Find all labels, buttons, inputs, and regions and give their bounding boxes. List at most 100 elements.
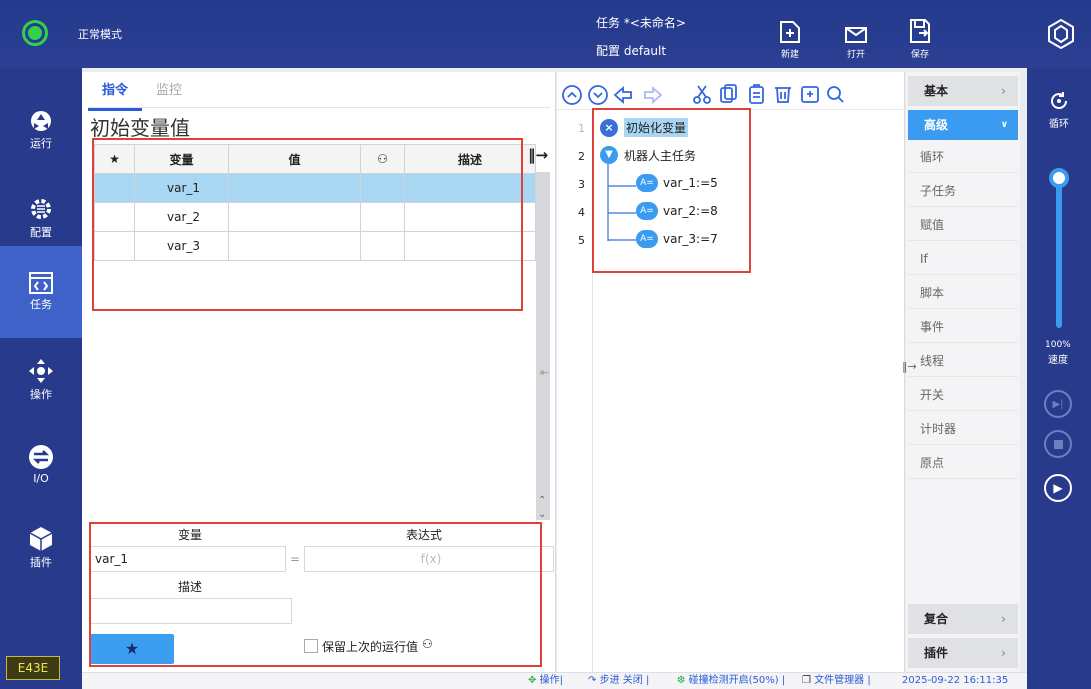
collision-icon: ❆ — [677, 675, 686, 686]
status-step[interactable]: 步进 关闭 — [600, 675, 643, 686]
expand-down-icon[interactable] — [588, 85, 608, 105]
tree-node-label: var_2:=8 — [663, 204, 718, 218]
error-code-badge[interactable]: E43E — [6, 656, 60, 680]
redo-icon[interactable] — [644, 86, 663, 104]
nav-io-label: I/O — [33, 471, 49, 485]
category-item[interactable]: 线程 — [908, 345, 1018, 377]
assign-icon: A= — [636, 230, 658, 248]
category-item[interactable]: 计时器 — [908, 413, 1018, 445]
column-header-variable[interactable]: 变量 — [134, 144, 229, 174]
speed-slider-thumb[interactable] — [1049, 168, 1069, 188]
collapse-up-icon[interactable] — [562, 85, 582, 105]
nav-plugin[interactable]: 插件 — [0, 498, 82, 598]
status-collision[interactable]: 碰撞检测开启(50%) — [689, 675, 779, 686]
task-name: *<未命名> — [623, 16, 686, 30]
tree-node-assign[interactable]: A= var_2:=8 — [636, 202, 718, 220]
star-button[interactable]: ★ — [90, 634, 174, 664]
speed-slider-track[interactable] — [1056, 176, 1062, 328]
expression-label: 表达式 — [406, 528, 443, 542]
category-item[interactable]: 开关 — [908, 379, 1018, 411]
chevron-down-icon[interactable]: ▼ — [600, 146, 618, 164]
save-label: 保存 — [910, 50, 929, 60]
delete-icon[interactable] — [775, 87, 791, 103]
scroll-up-icon[interactable]: ⌃ — [538, 495, 546, 506]
assign-icon: A= — [636, 174, 658, 192]
nav-run[interactable]: 运行 — [0, 80, 82, 180]
category-item[interactable]: If — [908, 243, 1018, 275]
undo-icon[interactable] — [613, 86, 632, 104]
tree-node-main[interactable]: ▼ 机器人主任务 — [600, 146, 696, 164]
category-item[interactable]: 原点 — [908, 447, 1018, 479]
tree-line-number: 1 — [578, 122, 585, 135]
column-header-value[interactable]: 值 — [228, 144, 361, 174]
category-item[interactable]: 循环 — [908, 141, 1018, 173]
expression-input[interactable]: f(x) — [304, 546, 554, 572]
table-row[interactable]: var_1 — [94, 173, 536, 203]
status-operation[interactable]: 操作| — [540, 675, 563, 686]
table-row[interactable]: var_3 — [94, 231, 536, 261]
keep-last-value-checkbox[interactable] — [304, 639, 318, 653]
star-column-header[interactable]: ★ — [94, 144, 135, 174]
nav-run-label: 运行 — [30, 137, 52, 150]
open-label: 打开 — [846, 50, 865, 60]
tree-toolbar — [562, 84, 844, 105]
variable-name-input[interactable]: var_1 — [90, 546, 286, 572]
status-file-manager[interactable]: 文件管理器 — [814, 675, 864, 686]
cut-icon[interactable] — [693, 85, 711, 104]
link-column-header[interactable]: ⚇ — [360, 144, 405, 174]
task-label: 任务 — [596, 16, 621, 30]
collapse-panel-icon[interactable]: ‖→ — [528, 146, 548, 164]
paste-icon[interactable] — [749, 84, 764, 104]
category-item[interactable]: 子任务 — [908, 175, 1018, 207]
chevron-down-icon: ∨ — [1000, 120, 1008, 130]
description-input[interactable] — [90, 598, 292, 624]
loop-label: 循环 — [1049, 119, 1069, 130]
save-button[interactable]: 保存 — [906, 18, 934, 60]
loop-icon — [1051, 92, 1068, 110]
new-file-icon — [780, 21, 800, 43]
gear-icon — [31, 199, 51, 219]
tree-line-number: 3 — [578, 178, 585, 191]
play-button[interactable]: ▶ — [1044, 474, 1072, 502]
nav-operate-label: 操作 — [30, 388, 52, 401]
category-item[interactable]: 脚本 — [908, 277, 1018, 309]
splitter-handle-icon[interactable]: ⇤ — [540, 366, 549, 379]
close-icon[interactable]: × — [600, 118, 618, 137]
page-title: 初始变量值 — [90, 116, 190, 140]
column-header-description[interactable]: 描述 — [404, 144, 536, 174]
tree-line-number: 5 — [578, 234, 585, 247]
step-icon: ↷ — [588, 675, 597, 686]
table-row[interactable]: var_2 — [94, 202, 536, 232]
tab-monitor[interactable]: 监控 — [142, 74, 196, 108]
nav-task-label: 任务 — [30, 298, 52, 311]
expand-panel-icon[interactable]: ‖→ — [902, 360, 917, 373]
tab-instructions[interactable]: 指令 — [88, 74, 143, 111]
copy-icon[interactable] — [720, 84, 737, 103]
scrollbar[interactable]: ⌃ ⌄ — [536, 172, 550, 520]
open-button[interactable]: 打开 — [842, 20, 870, 60]
search-icon[interactable] — [827, 86, 844, 103]
scroll-down-icon[interactable]: ⌄ — [538, 509, 546, 520]
tree-node-init[interactable]: × 初始化变量 — [600, 118, 689, 137]
comment-icon[interactable] — [801, 86, 819, 103]
category-composite[interactable]: 复合 › — [908, 604, 1018, 634]
step-button[interactable]: ▶| — [1044, 390, 1072, 418]
speed-label: 速度 — [1048, 355, 1068, 366]
nav-task[interactable]: 任务 — [0, 246, 82, 338]
category-item[interactable]: 事件 — [908, 311, 1018, 343]
tree-node-assign[interactable]: A= var_3:=7 — [636, 230, 718, 248]
step-icon: ▶| — [1052, 398, 1064, 410]
category-plugin[interactable]: 插件 › — [908, 638, 1018, 668]
run-icon — [31, 111, 51, 131]
new-button[interactable]: 新建 — [776, 20, 804, 60]
loop-button[interactable]: 循环 — [1041, 90, 1077, 130]
stop-button[interactable] — [1044, 430, 1072, 458]
category-item[interactable]: 赋值 — [908, 209, 1018, 241]
config-name: default — [623, 44, 667, 58]
category-basic[interactable]: 基本 › — [908, 76, 1018, 106]
description-label: 描述 — [178, 580, 203, 594]
category-advanced[interactable]: 高级 ∨ — [908, 110, 1018, 140]
tree-node-label: var_1:=5 — [663, 176, 718, 190]
tree-node-assign[interactable]: A= var_1:=5 — [636, 174, 718, 192]
right-nav: 循环 100% 速度 ▶| ▶ — [1027, 68, 1091, 689]
